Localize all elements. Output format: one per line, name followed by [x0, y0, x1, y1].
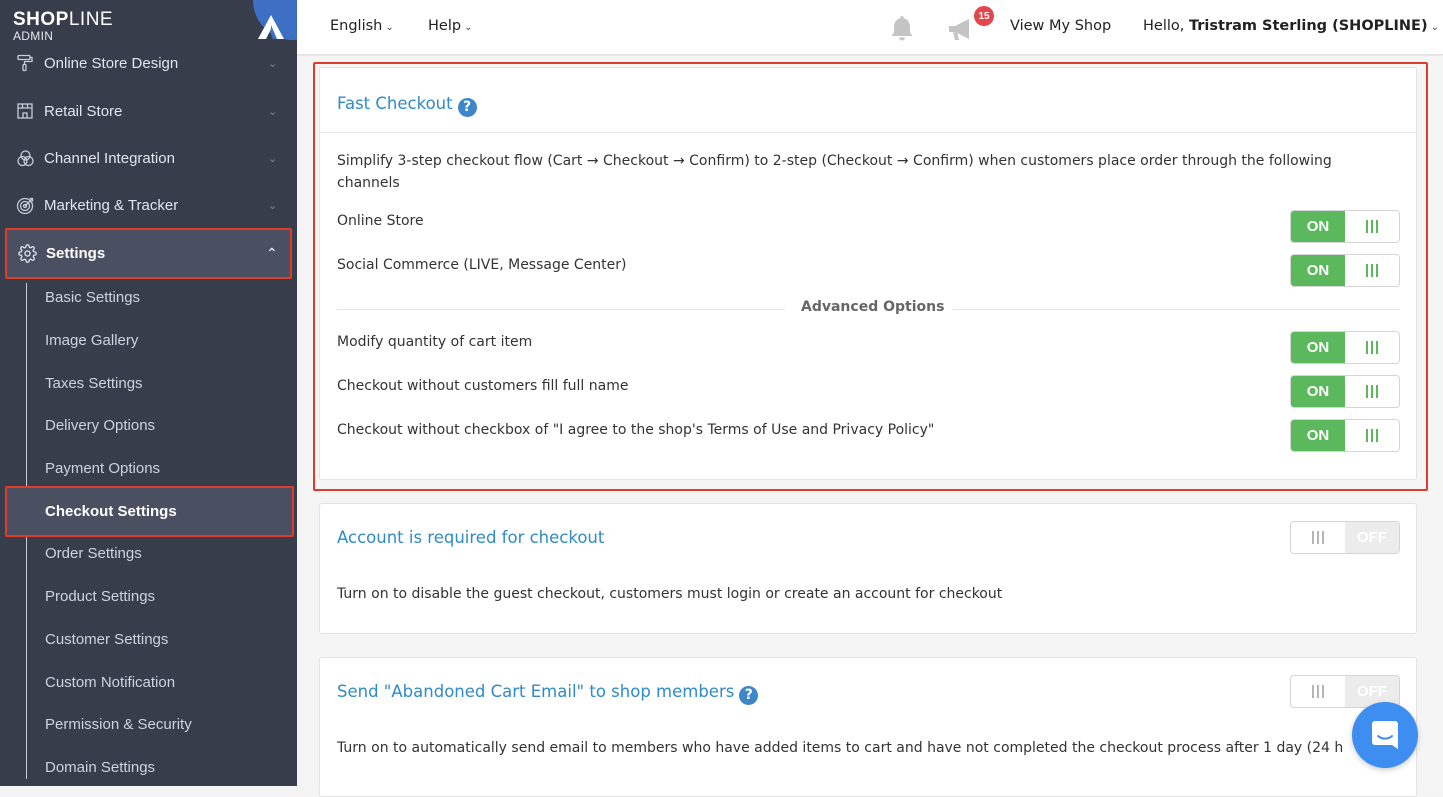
advanced-label-terms-checkbox: Checkout without checkbox of "I agree to…	[337, 422, 935, 438]
logo-brand-light: LINE	[68, 9, 114, 30]
help-circle-icon[interactable]: ?	[739, 685, 759, 705]
chevron-down-icon: ⌄	[268, 57, 278, 70]
card-title-text: Fast Checkout	[337, 94, 453, 113]
sidebar-item-marketing-tracker[interactable]: Marketing & Tracker ⌄	[5, 183, 292, 227]
sidebar-sub-taxes-settings[interactable]: Taxes Settings	[45, 375, 143, 392]
user-name: Tristram Sterling (SHOPLINE)	[1188, 18, 1428, 34]
shopline-mark-icon[interactable]	[258, 15, 284, 39]
paint-roller-icon	[15, 53, 35, 73]
sidebar-sub-payment-options[interactable]: Payment Options	[45, 460, 160, 477]
online-store-toggle[interactable]: ON	[1290, 210, 1400, 243]
abandoned-cart-title: Send "Abandoned Cart Email" to shop memb…	[337, 682, 759, 705]
store-icon	[15, 101, 35, 121]
sidebar-sub-customer-settings[interactable]: Customer Settings	[45, 631, 168, 648]
language-label: English	[330, 18, 383, 34]
chat-bubble-icon	[1372, 721, 1398, 749]
channel-label-online-store: Online Store	[337, 213, 424, 229]
chevron-down-icon: ⌄	[268, 105, 278, 118]
account-required-description: Turn on to disable the guest checkout, c…	[337, 586, 1003, 602]
toggle-on-label: ON	[1291, 211, 1345, 242]
toggle-grip-icon	[1345, 255, 1399, 286]
toggle-on-label: ON	[1291, 255, 1345, 286]
chat-launcher-button[interactable]	[1352, 702, 1418, 768]
social-commerce-toggle[interactable]: ON	[1290, 254, 1400, 287]
chevron-up-icon: ⌃	[266, 245, 278, 261]
chevron-down-icon: ⌄	[464, 22, 473, 33]
account-required-card: Account is required for checkout OFF Tur…	[319, 503, 1417, 634]
toggle-on-label: ON	[1291, 376, 1345, 407]
target-icon	[15, 195, 35, 215]
user-menu-dropdown[interactable]: Hello, Tristram Sterling (SHOPLINE) ⌄	[1143, 18, 1439, 34]
sidebar-item-label: Channel Integration	[44, 149, 175, 167]
sidebar-sub-basic-settings[interactable]: Basic Settings	[45, 289, 140, 306]
help-dropdown[interactable]: Help ⌄	[428, 18, 472, 34]
toggle-grip-icon	[1345, 211, 1399, 242]
logo-brand: SHOP	[13, 9, 69, 30]
fast-checkout-title: Fast Checkout?	[337, 94, 477, 117]
modify-quantity-toggle[interactable]: ON	[1290, 331, 1400, 364]
sidebar-item-channel-integration[interactable]: Channel Integration ⌄	[5, 136, 292, 180]
sidebar-item-online-store-design[interactable]: Online Store Design ⌄	[5, 41, 292, 85]
logo[interactable]: SHOPLINE ADMIN	[13, 9, 114, 43]
advanced-label-full-name: Checkout without customers fill full nam…	[337, 378, 629, 394]
toggle-on-label: ON	[1291, 420, 1345, 451]
sidebar-item-label: Settings	[46, 245, 106, 262]
gear-icon	[17, 244, 37, 264]
toggle-grip-icon	[1345, 376, 1399, 407]
help-label: Help	[428, 18, 462, 34]
sidebar-sub-order-settings[interactable]: Order Settings	[45, 545, 142, 562]
toggle-grip-icon	[1345, 420, 1399, 451]
separator-line-right	[953, 309, 1400, 310]
top-header: English ⌄ Help ⌄ 15 View My Shop Hello, Tr…	[297, 0, 1443, 55]
language-dropdown[interactable]: English ⌄	[330, 18, 394, 34]
chevron-down-icon: ⌄	[1430, 22, 1439, 33]
chevron-down-icon: ⌄	[268, 152, 278, 165]
separator-line-left	[337, 309, 785, 310]
advanced-label-modify-quantity: Modify quantity of cart item	[337, 334, 533, 350]
card-header-divider	[320, 132, 1416, 133]
toggle-on-label: ON	[1291, 332, 1345, 363]
fast-checkout-card: Fast Checkout? Simplify 3-step checkout …	[319, 67, 1417, 480]
bell-icon[interactable]	[889, 14, 915, 42]
sidebar-sub-checkout-settings[interactable]: Checkout Settings	[45, 503, 177, 520]
terms-checkbox-toggle[interactable]: ON	[1290, 419, 1400, 452]
toggle-grip-icon	[1291, 522, 1345, 553]
sidebar-sub-custom-notification[interactable]: Custom Notification	[45, 674, 175, 691]
chevron-down-icon: ⌄	[385, 22, 394, 33]
advanced-options-separator: Advanced Options	[337, 299, 1400, 319]
fast-checkout-description: Simplify 3-step checkout flow (Cart → Ch…	[337, 153, 1332, 191]
toggle-off-label: OFF	[1345, 522, 1399, 553]
toggle-grip-icon	[1291, 676, 1345, 707]
notification-badge: 15	[974, 6, 994, 26]
main-content: Fast Checkout? Simplify 3-step checkout …	[297, 56, 1443, 797]
sidebar-item-label: Marketing & Tracker	[44, 196, 179, 214]
channels-icon	[15, 148, 35, 168]
advanced-options-title: Advanced Options	[801, 299, 945, 315]
sidebar-item-retail-store[interactable]: Retail Store ⌄	[5, 89, 292, 133]
greeting-text: Hello,	[1143, 18, 1185, 34]
sidebar-sub-delivery-options[interactable]: Delivery Options	[45, 417, 155, 434]
account-required-toggle[interactable]: OFF	[1290, 521, 1400, 554]
sidebar-sub-image-gallery[interactable]: Image Gallery	[45, 332, 138, 349]
full-name-toggle[interactable]: ON	[1290, 375, 1400, 408]
card-title-text: Send "Abandoned Cart Email" to shop memb…	[337, 682, 735, 701]
toggle-grip-icon	[1345, 332, 1399, 363]
sidebar-item-label: Retail Store	[44, 102, 123, 120]
chevron-down-icon: ⌄	[268, 199, 278, 212]
sidebar: SHOPLINE ADMIN Online Store Design ⌄ Ret…	[0, 0, 297, 786]
sidebar-sub-domain-settings[interactable]: Domain Settings	[45, 759, 155, 776]
view-my-shop-link[interactable]: View My Shop	[1010, 18, 1111, 34]
abandoned-cart-card: Send "Abandoned Cart Email" to shop memb…	[319, 657, 1417, 797]
sidebar-sub-product-settings[interactable]: Product Settings	[45, 588, 155, 605]
help-circle-icon[interactable]: ?	[457, 97, 477, 117]
sidebar-item-settings[interactable]: Settings ⌃	[5, 228, 292, 279]
channel-label-social-commerce: Social Commerce (LIVE, Message Center)	[337, 257, 627, 273]
sidebar-sub-permission-security[interactable]: Permission & Security	[45, 716, 192, 733]
sidebar-item-label: Online Store Design	[44, 54, 179, 72]
abandoned-cart-description: Turn on to automatically send email to m…	[337, 740, 1344, 756]
account-required-title: Account is required for checkout	[337, 528, 605, 547]
